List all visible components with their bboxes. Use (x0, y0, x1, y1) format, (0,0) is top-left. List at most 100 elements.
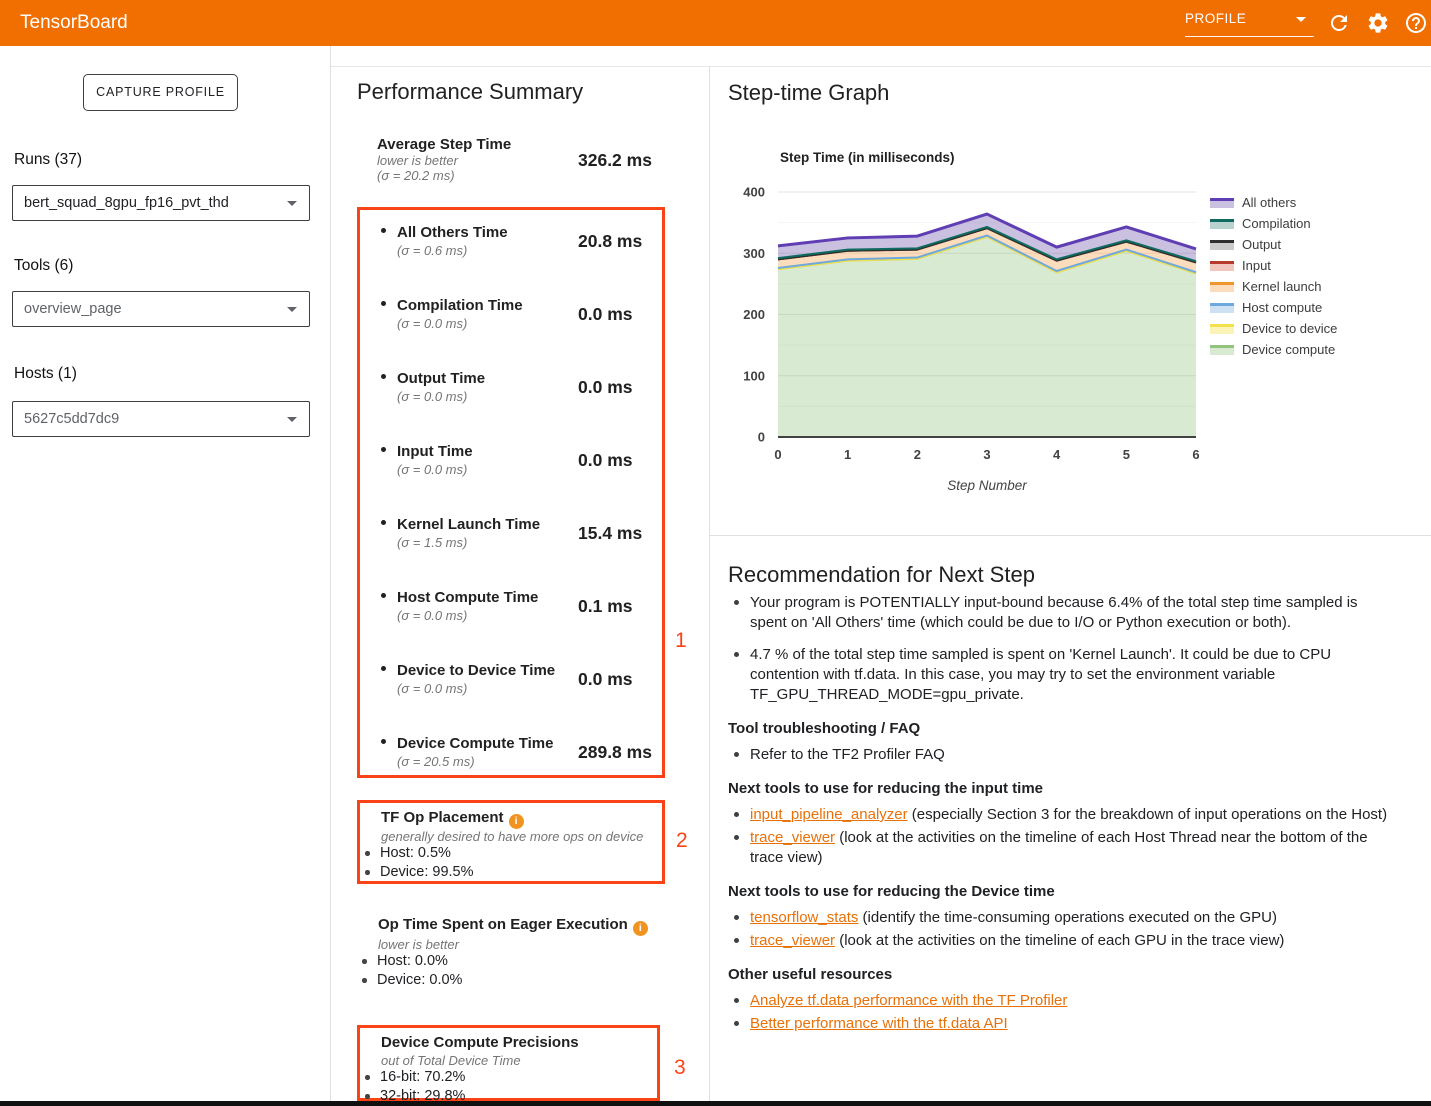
recommendation-body: Your program is POTENTIALLY input-bound … (728, 593, 1396, 1037)
refresh-icon[interactable] (1327, 11, 1351, 35)
legend-swatch (1210, 303, 1234, 313)
bullet-icon (734, 915, 739, 920)
step-time-graph-title: Step-time Graph (728, 80, 889, 106)
runs-select[interactable]: bert_squad_8gpu_fp16_pvt_thd (12, 185, 310, 221)
bullet-icon (381, 666, 386, 671)
legend-label: Host compute (1242, 300, 1322, 315)
tools-select-value: overview_page (24, 292, 122, 326)
dashboard-select[interactable]: PROFILE (1185, 8, 1314, 38)
legend-row: Host compute (1210, 297, 1337, 318)
bullet-icon (734, 652, 739, 657)
tfdata-api-link[interactable]: Better performance with the tf.data API (750, 1015, 1008, 1032)
legend-swatch (1210, 240, 1234, 250)
legend-row: All others (1210, 192, 1337, 213)
info-icon[interactable]: i (633, 921, 648, 936)
chart-x-axis-title: Step Number (887, 478, 1087, 493)
tf-op-placement-title: TF Op Placement (381, 809, 504, 826)
bullet-icon (381, 593, 386, 598)
tensorflow-stats-link[interactable]: tensorflow_stats (750, 909, 858, 926)
annotation-label-1: 1 (675, 629, 687, 653)
annotation-box-2: TF Op Placementi generally desired to ha… (357, 800, 665, 884)
annotation-label-3: 3 (674, 1056, 686, 1080)
tools-label: Tools (6) (14, 257, 73, 275)
recommendation-bullet: 4.7 % of the total step time sampled is … (750, 645, 1396, 705)
metric-label: Input Time (397, 443, 473, 460)
svg-text:300: 300 (743, 246, 765, 261)
metric-label: Compilation Time (397, 297, 523, 314)
legend-label: Input (1242, 258, 1271, 273)
bullet-icon (734, 812, 739, 817)
legend-label: Device to device (1242, 321, 1337, 336)
legend-row: Compilation (1210, 213, 1337, 234)
bullet-icon (734, 835, 739, 840)
legend-swatch (1210, 324, 1234, 334)
chevron-down-icon (287, 307, 297, 312)
eager-subtitle: lower is better (378, 937, 459, 952)
device-tools-heading: Next tools to use for reducing the Devic… (728, 882, 1396, 902)
chevron-down-icon (1296, 17, 1306, 22)
help-icon[interactable] (1404, 11, 1428, 35)
bullet-icon (734, 998, 739, 1003)
metric-sigma: (σ = 0.0 ms) (397, 316, 523, 331)
legend-row: Device compute (1210, 339, 1337, 360)
average-step-time-sub: lower is better (377, 153, 577, 168)
trace-viewer-link[interactable]: trace_viewer (750, 829, 835, 846)
eager-title: Op Time Spent on Eager Execution (378, 916, 628, 933)
metric-value: 20.8 ms (578, 231, 642, 252)
legend-label: Compilation (1242, 216, 1311, 231)
legend-label: Kernel launch (1242, 279, 1322, 294)
legend-label: Output (1242, 237, 1281, 252)
hosts-select-value: 5627c5dd7dc9 (24, 402, 119, 436)
bullet-icon (381, 228, 386, 233)
recommendation-bullet: Your program is POTENTIALLY input-bound … (750, 593, 1396, 633)
metric-value: 0.0 ms (578, 377, 632, 398)
tool-suggestion: trace_viewer (look at the activities on … (750, 828, 1396, 868)
metric-label: Host Compute Time (397, 589, 538, 606)
metric-value: 0.0 ms (578, 450, 632, 471)
metric-sigma: (σ = 0.0 ms) (397, 389, 485, 404)
performance-summary-title: Performance Summary (357, 79, 583, 105)
legend-row: Output (1210, 234, 1337, 255)
bullet-icon (365, 1094, 370, 1099)
hosts-label: Hosts (1) (14, 365, 77, 383)
bullet-icon (734, 938, 739, 943)
bullet-icon (381, 374, 386, 379)
legend-swatch (1210, 282, 1234, 292)
faq-item: Refer to the TF2 Profiler FAQ (750, 745, 1396, 765)
bullet-icon (365, 870, 370, 875)
tool-suggestion: trace_viewer (look at the activities on … (750, 931, 1396, 951)
other-resources-heading: Other useful resources (728, 965, 1396, 985)
legend-row: Input (1210, 255, 1337, 276)
metric-label: All Others Time (397, 224, 508, 241)
trace-viewer-link[interactable]: trace_viewer (750, 932, 835, 949)
chart-legend: All others Compilation Output Input Kern… (1210, 192, 1337, 360)
average-step-time-label: Average Step Time (377, 136, 577, 153)
svg-text:1: 1 (844, 447, 851, 462)
hosts-select[interactable]: 5627c5dd7dc9 (12, 401, 310, 437)
svg-text:4: 4 (1053, 447, 1061, 462)
dashboard-select-value: PROFILE (1185, 11, 1246, 26)
tool-suggestion: input_pipeline_analyzer (especially Sect… (750, 805, 1396, 825)
settings-gear-icon[interactable] (1366, 11, 1390, 35)
select-underline (1185, 36, 1314, 37)
tool-suggestion: tensorflow_stats (identify the time-cons… (750, 908, 1396, 928)
list-item: 16-bit: 70.2% (380, 1069, 465, 1085)
bullet-icon (734, 1021, 739, 1026)
input-pipeline-analyzer-link[interactable]: input_pipeline_analyzer (750, 806, 908, 823)
svg-text:0: 0 (758, 430, 765, 445)
annotation-box-1: All Others Time(σ = 0.6 ms)20.8 ms Compi… (357, 207, 665, 778)
metric-value: 289.8 ms (578, 742, 652, 763)
legend-row: Kernel launch (1210, 276, 1337, 297)
capture-profile-button[interactable]: CAPTURE PROFILE (83, 74, 238, 111)
bullet-icon (362, 959, 367, 964)
sidebar-divider (330, 46, 331, 1106)
tools-select[interactable]: overview_page (12, 291, 310, 327)
resource-link-item: Better performance with the tf.data API (750, 1014, 1396, 1034)
metric-label: Kernel Launch Time (397, 516, 540, 533)
svg-text:200: 200 (743, 307, 765, 322)
average-step-time-block: Average Step Time lower is better (σ = 2… (377, 136, 577, 183)
info-icon[interactable]: i (509, 814, 524, 829)
metric-value: 0.1 ms (578, 596, 632, 617)
list-item: Host: 0.0% (377, 953, 448, 969)
tfdata-profiler-link[interactable]: Analyze tf.data performance with the TF … (750, 992, 1067, 1009)
